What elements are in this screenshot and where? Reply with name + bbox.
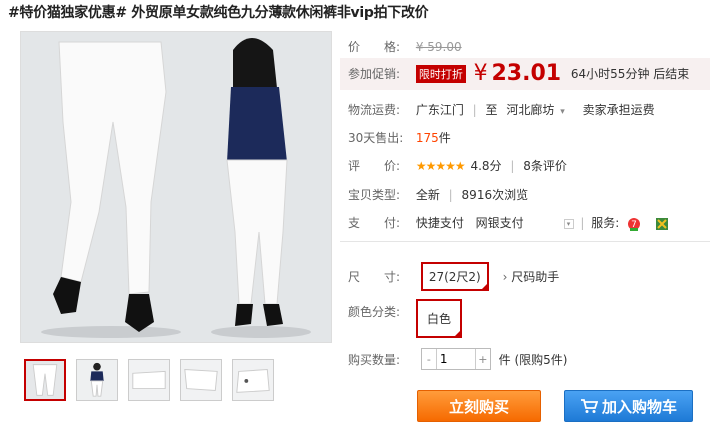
- thumbnail-5[interactable]: [232, 359, 274, 401]
- payment-label: 支 付:: [348, 216, 401, 230]
- view-count: 8916次浏览: [461, 188, 529, 202]
- expand-icon[interactable]: ▾: [563, 218, 574, 229]
- promo-row: 参加促销: 限时打折 ¥ 23.01 64小时55分钟 后结束: [348, 61, 689, 86]
- thumbnail-2[interactable]: [76, 359, 118, 401]
- color-option-wrap: 白色: [416, 299, 463, 338]
- sold-unit: 件: [438, 131, 451, 145]
- payment-method-quick: 快捷支付: [415, 216, 464, 230]
- add-to-cart-label: 加入购物车: [601, 397, 677, 416]
- product-photo: [21, 32, 331, 342]
- color-label: 颜色分类:: [348, 305, 401, 319]
- payment-row: 支 付: 快捷支付 网银支付 ▾ | 服务: 7: [348, 214, 669, 231]
- buy-now-button[interactable]: 立刻购买: [417, 390, 541, 422]
- guarantee-icon[interactable]: [655, 217, 669, 231]
- selected-corner-icon: [453, 329, 463, 338]
- product-title: #特价猫独家优惠# 外贸原单女款纯色九分薄款休闲裤非vip拍下改价: [8, 5, 429, 21]
- sold-label: 30天售出:: [348, 131, 404, 145]
- rating-score: 4.8分: [470, 159, 502, 173]
- type-row: 宝贝类型: 全新 | 8916次浏览: [348, 186, 528, 203]
- original-price: ¥ 59.00: [415, 40, 462, 54]
- quantity-plus-button[interactable]: +: [476, 353, 490, 366]
- currency-symbol: ¥: [473, 61, 488, 86]
- rating-label: 评 价:: [348, 159, 401, 173]
- thumbnail-strip: [24, 359, 274, 401]
- quantity-stepper: - +: [420, 348, 491, 370]
- size-label: 尺 寸:: [348, 270, 401, 284]
- promo-label: 参加促销:: [348, 67, 401, 81]
- quantity-input[interactable]: [435, 349, 476, 369]
- quantity-limit: 件 (限购5件): [498, 352, 568, 367]
- size-row: 尺 寸: 27(2尺2) › 尺码助手: [348, 262, 559, 291]
- payment-separator: |: [580, 216, 585, 230]
- type-separator: |: [448, 188, 453, 202]
- size-option-label: 27(2尺2): [428, 270, 481, 284]
- rating-separator: |: [510, 159, 515, 173]
- color-row: 颜色分类:: [348, 303, 412, 320]
- thumbnail-3[interactable]: [128, 359, 170, 401]
- seven-day-return-icon[interactable]: 7: [627, 217, 641, 231]
- chevron-right-icon[interactable]: ›: [503, 270, 508, 284]
- thumbnail-1[interactable]: [24, 359, 66, 401]
- payment-method-bank: 网银支付: [475, 216, 524, 230]
- quantity-label: 购买数量:: [348, 352, 401, 367]
- shipping-note: 卖家承担运费: [582, 103, 655, 117]
- ship-from: 广东江门: [415, 103, 464, 117]
- quantity-minus-button[interactable]: -: [422, 353, 436, 366]
- cart-icon: [580, 399, 598, 413]
- promo-tag: 限时打折: [415, 64, 466, 83]
- selected-corner-icon: [479, 282, 489, 291]
- ship-to-prefix: 至: [485, 103, 498, 117]
- quantity-row: 购买数量: - + 件 (限购5件): [348, 348, 567, 370]
- ship-separator: |: [472, 103, 477, 117]
- color-option-selected[interactable]: 白色: [416, 299, 463, 338]
- chevron-down-icon[interactable]: ▾: [560, 107, 565, 117]
- type-value: 全新: [415, 188, 440, 202]
- add-to-cart-button[interactable]: 加入购物车: [564, 390, 693, 422]
- reviews-link[interactable]: 8条评价: [523, 159, 567, 173]
- buy-now-label: 立刻购买: [448, 397, 509, 416]
- promo-countdown: 64小时55分钟 后结束: [570, 67, 690, 81]
- type-label: 宝贝类型:: [348, 188, 401, 202]
- section-divider: [340, 241, 710, 242]
- shipping-row: 物流运费: 广东江门 | 至 河北廊坊 ▾ 卖家承担运费: [348, 101, 655, 118]
- sold-row: 30天售出: 175件: [348, 129, 451, 146]
- size-option-selected[interactable]: 27(2尺2): [420, 262, 489, 291]
- main-product-image[interactable]: [20, 31, 332, 343]
- shipping-label: 物流运费:: [348, 103, 401, 117]
- size-guide-link[interactable]: 尺码助手: [511, 270, 559, 284]
- service-label: 服务:: [591, 216, 620, 230]
- color-option-label: 白色: [427, 312, 452, 326]
- sold-count: 175: [415, 131, 439, 145]
- price-row: 价 格: ¥ 59.00: [348, 38, 462, 55]
- promo-price: 23.01: [491, 61, 562, 86]
- thumbnail-4[interactable]: [180, 359, 222, 401]
- star-rating-icon: ★★★★★: [415, 159, 466, 173]
- rating-row: 评 价: ★★★★★ 4.8分 | 8条评价: [348, 157, 567, 174]
- ship-to-selector[interactable]: 河北廊坊: [506, 103, 554, 117]
- price-label: 价 格:: [348, 40, 401, 54]
